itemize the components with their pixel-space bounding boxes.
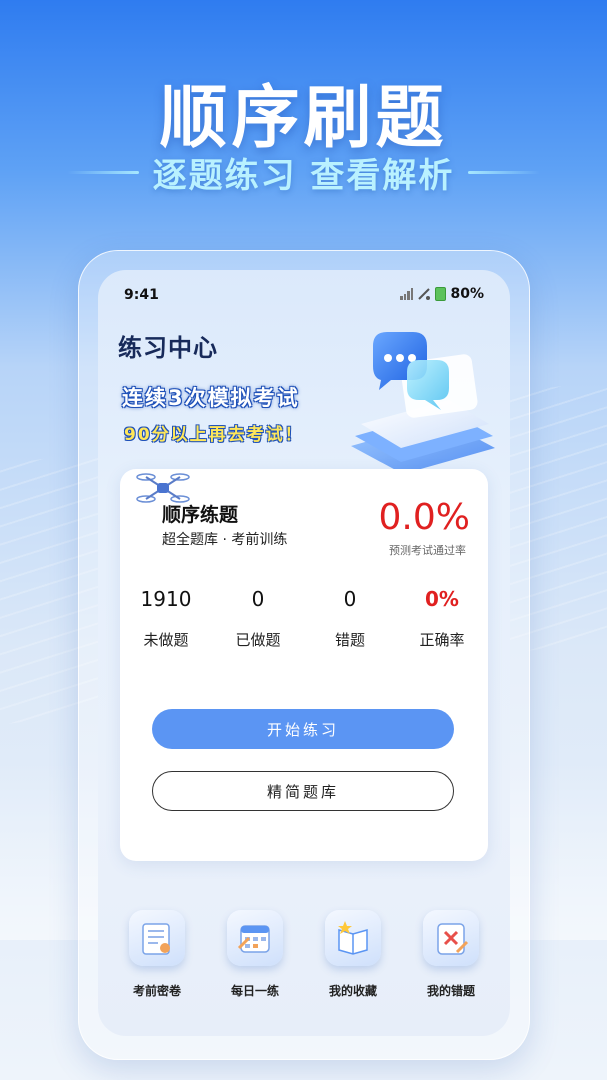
stat-label: 正确率 (419, 631, 465, 649)
pass-rate-value: 0.0% (378, 497, 470, 538)
shortcut-exam-paper[interactable]: 考前密卷 (112, 910, 202, 999)
banner-headline: 连续3次模拟考试 (122, 386, 300, 410)
stat-label: 未做题 (143, 631, 189, 649)
pass-rate-label: 预测考试通过率 (389, 544, 466, 557)
stat-accuracy: 0% 正确率 (396, 587, 488, 650)
status-bar: 9:41 80% (98, 270, 510, 322)
book-star-icon (325, 910, 381, 966)
promo-subtitle-row: 逐题练习 查看解析 (0, 150, 607, 196)
stat-label: 已做题 (235, 631, 281, 649)
shortcut-label: 我的收藏 (328, 984, 377, 998)
decorative-dash-right (468, 170, 541, 174)
decorative-dash-left (66, 170, 139, 174)
stat-label: 错题 (334, 631, 365, 649)
stat-wrong[interactable]: 0 错题 (304, 587, 396, 650)
chat-bubble-illustration-icon (351, 332, 495, 474)
signal-icon (400, 288, 414, 300)
stat-value: 0 (251, 587, 265, 611)
practice-card: 顺序练题 超全题库 · 考前训练 0.0% 预测考试通过率 1910 未做题 0… (120, 469, 488, 861)
shortcut-bar: 考前密卷 每日一练 我的收藏 我的错题 (98, 910, 510, 999)
promo-title: 顺序刷题 (159, 79, 448, 158)
stat-done[interactable]: 0 已做题 (212, 587, 304, 650)
status-time: 9:41 (124, 287, 159, 303)
shortcut-label: 考前密卷 (132, 984, 181, 998)
stats-row: 1910 未做题 0 已做题 0 错题 0% 正确率 (120, 587, 488, 650)
page-title: 练习中心 (118, 334, 218, 362)
shortcut-my-favorites[interactable]: 我的收藏 (308, 910, 398, 999)
lite-question-bank-button[interactable]: 精简题库 (152, 771, 454, 811)
battery-icon (435, 287, 447, 301)
start-practice-button[interactable]: 开始练习 (152, 709, 454, 749)
wrong-answer-icon (423, 910, 479, 966)
card-subtitle: 超全题库 · 考前训练 (162, 532, 288, 548)
shortcut-my-mistakes[interactable]: 我的错题 (406, 910, 496, 999)
stat-undone[interactable]: 1910 未做题 (120, 587, 212, 650)
stat-value: 0 (343, 587, 357, 611)
battery-percent: 80% (450, 286, 484, 302)
promo-subtitle: 逐题练习 查看解析 (152, 155, 455, 196)
shortcut-label: 每日一练 (230, 984, 279, 998)
wifi-icon (418, 288, 431, 300)
status-icons: 80% (400, 286, 484, 302)
stat-value: 1910 (140, 587, 192, 611)
banner-subline: 90分以上再去考试！ (124, 425, 304, 445)
calendar-icon (227, 910, 283, 966)
phone-screen: 9:41 80% 练习中心 连续3次模拟考试 90分以上再去考试！ 顺序练题 超… (98, 270, 510, 1036)
shortcut-label: 我的错题 (426, 984, 475, 998)
card-title: 顺序练题 (162, 504, 239, 526)
shortcut-daily-practice[interactable]: 每日一练 (210, 910, 300, 999)
exam-paper-icon (129, 910, 185, 966)
stat-value: 0% (425, 587, 459, 611)
